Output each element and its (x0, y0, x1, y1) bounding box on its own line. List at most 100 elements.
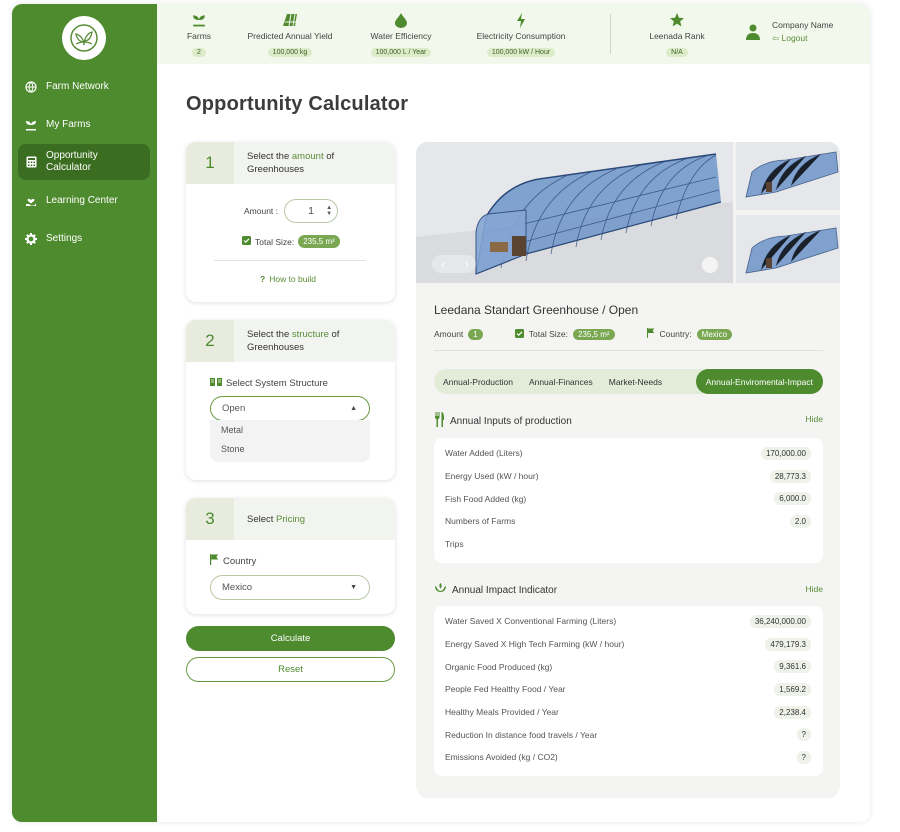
step1-header: 1 Select the amount of Greenhouses (186, 142, 395, 184)
table-row: People Fed Healthy Food / Year 1,569.2 (434, 678, 823, 701)
stat-value: 100,000 L / Year (370, 48, 432, 57)
calculator-icon (24, 155, 38, 169)
row-label: Water Saved X Conventional Farming (Lite… (445, 616, 617, 627)
country-select[interactable]: Mexico ▼ (210, 575, 370, 600)
stat-label: Farms (186, 31, 212, 41)
product-meta-row: Amount 1 Total Size: 235,5 m² Country: M… (434, 328, 733, 340)
dropdown-option-metal[interactable]: Metal (210, 420, 370, 439)
row-value: 28,773.3 (769, 469, 811, 483)
sprout-icon (24, 118, 38, 132)
sidebar-item-opportunity-calculator[interactable]: Opportunity Calculator (18, 144, 150, 180)
sidebar-item-farm-network[interactable]: Farm Network (18, 69, 150, 105)
country-label: Country: (659, 329, 692, 339)
company-name: Company Name (772, 20, 834, 30)
caret-down-icon: ▼ (350, 584, 357, 591)
hide-inputs-link[interactable]: Hide (806, 414, 823, 424)
step-title-pre: Select the (247, 329, 292, 340)
sidebar-item-label: My Farms (46, 119, 91, 130)
logout-label: Logout (781, 33, 808, 43)
sidebar-item-label: Farm Network (46, 81, 109, 92)
brand-logo[interactable] (62, 16, 106, 60)
step-title-highlight: amount (291, 151, 324, 162)
row-value: 2,238.4 (774, 705, 811, 719)
table-row: Healthy Meals Provided / Year 2,238.4 (434, 701, 823, 724)
structure-label-row: Select System Structure (210, 377, 328, 389)
total-size-row: Total Size: 235,5 m² (242, 235, 340, 248)
sidebar: Farm Network My Farms Opportunity Calcul… (12, 4, 157, 822)
structure-select[interactable]: Open ▲ (210, 396, 370, 421)
stat-leenada-rank: Leenada Rank N/A (647, 12, 707, 59)
tab-annual-environmental-impact[interactable]: Annual-Enviromental-Impact (695, 369, 823, 394)
stat-label: Leenada Rank (649, 31, 705, 41)
caret-up-icon: ▲ (350, 405, 357, 412)
chevron-right-icon[interactable]: › (456, 255, 478, 273)
table-row: Energy Saved X High Tech Farming (kW / h… (434, 633, 823, 656)
structure-label: Select System Structure (226, 377, 328, 389)
hand-heart-icon (24, 194, 38, 208)
amount-label: Amount (434, 329, 464, 339)
amount-value: 1 (308, 205, 314, 217)
structure-dropdown: Metal Stone (210, 420, 370, 462)
report-tabs: Annual-Production Annual-Finances Market… (434, 369, 823, 394)
stepper-arrows-icon[interactable]: ▲ ▼ (326, 205, 332, 217)
checkbox-icon (242, 236, 251, 247)
greenhouse-thumb-render (736, 142, 840, 210)
greenhouse-image-main[interactable]: ‹ › (416, 142, 733, 283)
sidebar-item-learning-center[interactable]: Learning Center (18, 183, 150, 219)
amount-label: Amount : (244, 206, 279, 216)
greenhouse-thumbnail-1[interactable] (736, 142, 840, 210)
country-label: Country (223, 555, 257, 567)
step-title-highlight: Pricing (276, 514, 306, 525)
checkbox-icon (514, 328, 524, 340)
inputs-section-header: Annual Inputs of production Hide (434, 412, 823, 430)
table-row: Water Added (Liters) 170,000.00 (434, 442, 823, 465)
total-size-label: Total Size: (528, 329, 568, 339)
field-icon (244, 12, 336, 28)
row-value: 9,361.6 (774, 660, 811, 674)
dropdown-option-stone[interactable]: Stone (210, 439, 370, 458)
table-row: Trips (434, 533, 823, 556)
tab-market-needs[interactable]: Market-Needs (601, 369, 670, 394)
greenhouse-thumbnail-2[interactable] (736, 215, 840, 283)
hide-impact-link[interactable]: Hide (806, 584, 823, 594)
row-label: Healthy Meals Provided / Year (445, 707, 559, 718)
row-label: Energy Used (kW / hour) (445, 471, 539, 482)
flag-icon (210, 554, 219, 568)
country-label-row: Country (210, 554, 256, 568)
chevron-left-icon[interactable]: ‹ (432, 255, 454, 273)
reset-button[interactable]: Reset (186, 657, 395, 682)
card-divider (214, 260, 366, 261)
amount-stepper[interactable]: 1 ▲ ▼ (284, 199, 339, 223)
row-label: Water Added (Liters) (445, 448, 523, 459)
sidebar-item-settings[interactable]: Settings (18, 221, 150, 257)
tab-annual-finances[interactable]: Annual-Finances (521, 369, 601, 394)
how-to-build-link[interactable]: ? How to build (260, 274, 316, 284)
calculate-button[interactable]: Calculate (186, 626, 395, 651)
stat-predicted-yield: Predicted Annual Yield 100,000 kg (244, 12, 336, 59)
impact-section-header: Annual Impact Indicator Hide (434, 582, 823, 598)
step2-card: 2 Select the structure of Greenhouses Se… (186, 320, 395, 480)
stat-value: 100,000 kW / Hour (486, 48, 556, 57)
step-number: 3 (186, 498, 234, 540)
row-value: ? (796, 728, 811, 742)
image-carousel-nav: ‹ › (432, 255, 478, 273)
question-icon: ? (260, 274, 266, 284)
row-label: Reduction In distance food travels / Yea… (445, 729, 598, 740)
company-block: Company Name ⇦ Logout (772, 20, 833, 44)
table-row: Numbers of Farms 2.0 (434, 510, 823, 533)
step-title-pre: Select (247, 514, 277, 525)
row-label: Organic Food Produced (kg) (445, 661, 553, 672)
logout-link[interactable]: ⇦ Logout (772, 33, 833, 44)
sidebar-item-my-farms[interactable]: My Farms (18, 107, 150, 143)
tab-annual-production[interactable]: Annual-Production (443, 369, 521, 394)
globe-icon (24, 80, 38, 94)
row-value: 36,240,000.00 (749, 614, 811, 628)
table-row: Energy Used (kW / hour) 28,773.3 (434, 465, 823, 488)
page-title: Opportunity Calculator (186, 93, 409, 115)
step-title-pre: Select the (247, 151, 292, 162)
sprout-icon (184, 12, 214, 28)
row-label: Numbers of Farms (445, 516, 516, 527)
structure-selected: Open (222, 403, 246, 414)
amount-value: 1 (468, 328, 483, 340)
total-size-value: 235,5 m² (572, 328, 615, 340)
